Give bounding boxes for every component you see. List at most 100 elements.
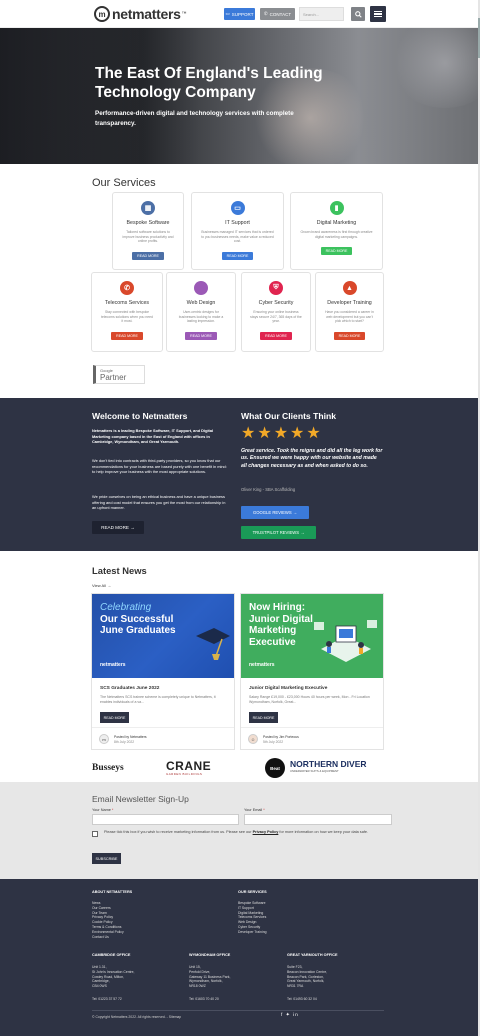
office-title: GREAT YARMOUTH OFFICE [287,953,338,957]
hamburger-icon [374,10,382,12]
subscribe-button[interactable]: SUBSCRIBE [92,853,121,864]
graduation-cap-icon [196,628,230,660]
client-logo-crane[interactable]: CRANE GARDEN BUILDINGS [166,759,211,776]
email-label: Your Email * [244,808,265,812]
email-field[interactable] [244,814,392,825]
marketing-consent-checkbox[interactable] [92,831,98,837]
footer-about-title: ABOUT NETMATTERS [92,890,133,894]
services-title: Our Services [92,177,156,189]
privacy-policy-link[interactable]: Privacy Policy [253,830,279,834]
google-reviews-button[interactable]: GOOGLE REVIEWS → [241,506,309,519]
service-read-more-button[interactable]: READ MORE [221,251,254,260]
news-read-more-button[interactable]: READ MORE [249,712,278,723]
office-tel[interactable]: Tel: 01603 70 40 20 [189,997,219,1002]
menu-button[interactable] [370,6,386,22]
service-card[interactable]: ✆ Telecoms Services Stay connected with be… [91,272,163,352]
service-name: Telecoms Services [104,300,150,306]
client-logos: Busseys CRANE GARDEN BUILDINGS Beat NORT… [0,754,478,782]
service-read-more-button[interactable]: READ MORE [111,331,143,340]
service-description: User-centric designs for businesses look… [178,310,224,324]
footer-about-links: News Our Careers Our Team Privacy Policy Coo… [92,901,124,939]
phone-icon: ✆ [120,281,134,295]
news-read-more-button[interactable]: READ MORE [100,712,129,723]
hamburger-line [374,16,382,18]
news-image-line2: Junior Digital Marketing Executive [249,613,313,648]
name-field[interactable] [92,814,239,825]
chart-icon: ▮ [329,201,344,215]
office-tel[interactable]: Tel: 01223 37 57 72 [92,997,122,1002]
service-read-more-button[interactable]: READ MORE [132,251,164,260]
service-description: Grown brand awareness is first through c… [300,230,373,239]
arrow-right-icon: → [292,510,297,515]
welcome-read-more-button[interactable]: READ MORE → [92,521,144,534]
footer-link[interactable]: Developer Training [238,930,266,935]
search-button[interactable] [351,7,365,21]
isometric-office-illustration-icon [314,620,377,662]
client-logo-northern-diver[interactable]: NORTHERN DIVER UNDERWATER SUITS & EQUIPM… [290,759,370,774]
service-card[interactable]: Web Design User-centric designs for busin… [166,272,236,352]
northern-diver-wordmark: NORTHERN DIVER [290,759,367,769]
news-card[interactable]: Now Hiring: Junior Digital Marketing Exec… [240,593,384,750]
footer-service-links: Bespoke Software IT Support Digital Market… [238,901,266,935]
footer-divider [92,1010,384,1011]
client-logo-busseys[interactable]: Busseys [92,763,124,773]
logo-mark: m [94,6,110,22]
office-address: Unit 15, Penfold Drive, Gateway 11 Busines… [189,965,230,989]
news-description: Salary Range £19,000 - £23,000 Hours 40 … [249,695,370,704]
footer-link[interactable]: Contact Us [92,935,124,940]
search-icon [354,10,362,18]
service-card[interactable]: ▦ Bespoke Software Tailored software solut… [112,192,184,270]
review-author: Oliver King - SBA Scaffolding [241,487,296,492]
footer-link[interactable]: Environmental Policy [92,930,124,935]
service-card[interactable]: ▭ IT Support Businesses managed IT service… [191,192,284,270]
social-icons[interactable]: f ✦ in [281,1013,299,1018]
office-address: Suite F23, Beacon Innovation Centre, Beaco… [287,965,327,989]
news-image: Celebrating Our Successful June Graduates… [92,594,234,678]
news-image-line1: Celebrating [100,602,152,613]
trustpilot-reviews-button[interactable]: TRUSTPILOT REVIEWS → [241,526,316,539]
contact-button[interactable]: ✆ CONTACT [260,8,295,20]
support-button[interactable]: ▭ SUPPORT [224,8,255,20]
service-name: Cyber Security [258,300,294,306]
news-headline[interactable]: SCS Graduates June 2022 [100,686,159,691]
service-read-more-button[interactable]: READ MORE [320,247,353,256]
service-description: Have you considered a career in web deve… [325,310,374,324]
office-tel[interactable]: Tel: 01493 60 32 04 [287,997,317,1002]
star-icon: ★ [290,425,305,442]
star-icon: ★ [273,425,289,442]
service-read-more-button[interactable]: READ MORE [185,331,217,340]
service-read-more-button[interactable]: READ MORE [333,331,366,340]
client-logo-beat[interactable]: Beat [265,758,285,778]
site-header: m netmatters ™ ▭ SUPPORT ✆ CONTACT Searc… [0,0,478,28]
service-description: Stay connected with bespoke telecoms sol… [101,310,153,324]
service-name: Developer Training [327,300,372,306]
phone-icon: ✆ [263,11,268,16]
service-name: Digital Marketing [316,220,357,226]
welcome-read-more-label: READ MORE [101,525,129,530]
google-partner-bottom: Partner [100,373,127,382]
logo-trademark: ™ [181,11,187,17]
arrow-right-icon: → [130,525,135,530]
search-input[interactable]: Search... [299,7,344,21]
service-description: Ensuring your online business stays secu… [250,310,302,324]
name-label: Your Name * [92,808,113,812]
service-card[interactable]: ⛨ Cyber Security Ensuring your online busi… [241,272,311,352]
service-read-more-button[interactable]: READ MORE [260,331,292,340]
news-title: Latest News [92,565,147,576]
welcome-title: Welcome to Netmatters [92,411,188,421]
shield-icon: ⛨ [269,281,283,295]
welcome-section: Welcome to Netmatters Netmatters is a le… [0,398,478,551]
view-all-link[interactable]: View All → [92,583,111,588]
news-headline[interactable]: Junior Digital Marketing Executive [249,686,327,691]
service-name: Bespoke Software [126,220,170,226]
google-partner-badge[interactable]: Google Partner [93,365,145,384]
news-date: 8th July 2022 [114,740,135,744]
logo-text: netmatters [112,6,181,22]
service-card[interactable]: ▲ Developer Training Have you considered a… [315,272,384,352]
newsletter-title: Email Newsletter Sign-Up [92,794,189,804]
logo[interactable]: m netmatters ™ [94,5,187,23]
service-card[interactable]: ▮ Digital Marketing Grown brand awareness … [290,192,383,270]
arrow-right-icon: → [300,530,305,535]
office-title: CAMBRIDGE OFFICE [92,953,131,957]
news-card[interactable]: Celebrating Our Successful June Graduates… [91,593,235,750]
